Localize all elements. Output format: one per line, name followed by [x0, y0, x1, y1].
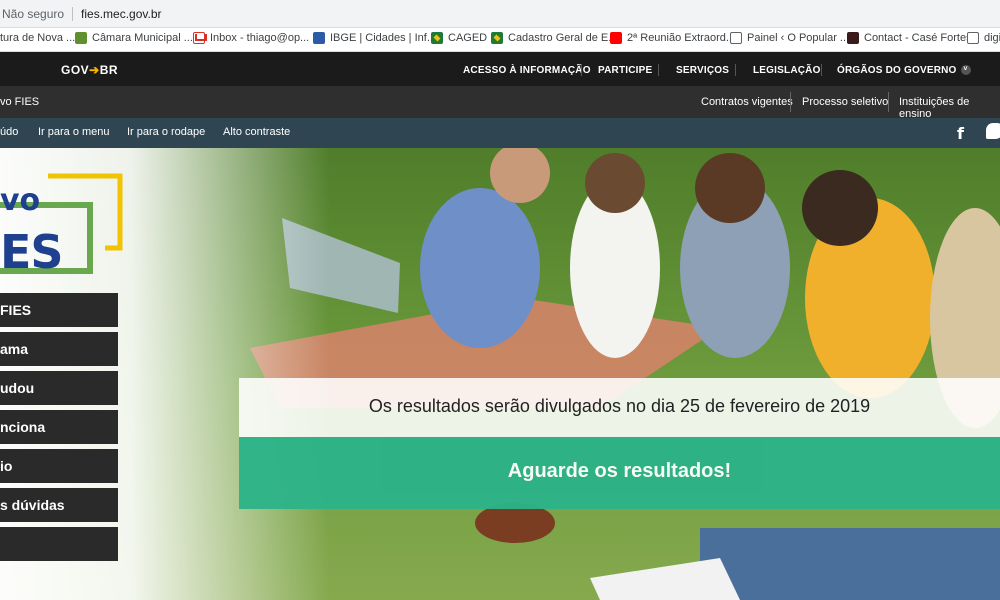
bookmark-item[interactable]: Cadastro Geral de E...: [491, 32, 617, 44]
nav-acesso-informacao[interactable]: ACESSO À INFORMAÇÃO: [463, 65, 591, 76]
menu-item-label: s dúvidas: [0, 497, 65, 513]
menu-item-label: io: [0, 458, 13, 474]
nav-orgaos-governo[interactable]: ÓRGÃOS DO GOVERNO ˅: [837, 65, 971, 76]
bookmark-label: digi: [984, 32, 1000, 44]
br-logo-text: BR: [99, 63, 119, 77]
chevron-down-icon: ˅: [960, 65, 971, 76]
menu-item-more[interactable]: [0, 527, 118, 561]
bookmark-label: Câmara Municipal ...: [92, 32, 193, 44]
nav-legislacao[interactable]: LEGISLAÇÃO: [753, 65, 821, 76]
bookmark-label: IBGE | Cidades | Inf...: [330, 32, 436, 44]
gov-br-bar: GOV➔BR ACESSO À INFORMAÇÃO PARTICIPE SER…: [0, 52, 1000, 86]
bookmark-item[interactable]: tura de Nova ...: [0, 32, 75, 44]
results-announcement: Os resultados serão divulgados no dia 25…: [239, 378, 1000, 437]
bookmark-label: Cadastro Geral de E...: [508, 32, 618, 44]
gov-logo-text: GOV: [61, 63, 90, 77]
menu-item-label: FIES: [0, 302, 32, 318]
site-link-divider: [888, 92, 889, 112]
logo-text-es: ES: [0, 225, 64, 279]
brazil-flag-icon: [431, 32, 443, 44]
url-text[interactable]: fies.mec.gov.br: [81, 7, 161, 21]
menu-item-io[interactable]: io: [0, 449, 118, 483]
menu-item-label: nciona: [0, 419, 46, 435]
bookmark-label: CAGED: [448, 32, 488, 44]
nav-divider: [821, 64, 822, 76]
facebook-icon[interactable]: f: [957, 124, 964, 143]
nav-divider: [581, 64, 582, 76]
nav-participe[interactable]: PARTICIPE: [598, 65, 652, 76]
bookmark-item[interactable]: IBGE | Cidades | Inf...: [313, 32, 436, 44]
page-favicon-icon: [730, 32, 742, 44]
nav-servicos[interactable]: SERVIÇOS: [676, 65, 729, 76]
bookmark-label: Painel ‹ O Popular ...: [747, 32, 850, 44]
menu-item-label: ama: [0, 341, 29, 357]
menu-item-duvidas[interactable]: s dúvidas: [0, 488, 118, 522]
logo-text-vo: vo: [0, 183, 41, 218]
nav-orgaos-label: ÓRGÃOS DO GOVERNO: [837, 65, 957, 76]
bookmark-label: tura de Nova ...: [0, 32, 76, 44]
menu-item-mudou[interactable]: udou: [0, 371, 118, 405]
link-instituicoes-ensino[interactable]: Instituições de ensino: [899, 96, 1000, 120]
novo-fies-logo[interactable]: vo ES: [0, 173, 130, 283]
camara-favicon-icon: [75, 32, 87, 44]
bookmark-item[interactable]: Inbox - thiago@op...: [193, 32, 309, 44]
link-processo-seletivo[interactable]: Processo seletivo: [802, 96, 888, 108]
site-title[interactable]: vo FIES: [0, 96, 39, 108]
gmail-favicon-icon: [193, 32, 205, 44]
nav-divider: [735, 64, 736, 76]
site-link-divider: [790, 92, 791, 112]
gov-br-logo[interactable]: GOV➔BR: [61, 63, 118, 77]
link-ir-menu[interactable]: Ir para o menu: [38, 126, 110, 138]
bookmark-item[interactable]: Painel ‹ O Popular ...: [730, 32, 849, 44]
ibge-favicon-icon: [313, 32, 325, 44]
menu-item-label: udou: [0, 380, 35, 396]
bookmark-item[interactable]: 2ª Reunião Extraord...: [610, 32, 735, 44]
bookmark-label: 2ª Reunião Extraord...: [627, 32, 736, 44]
youtube-favicon-icon: [610, 32, 622, 44]
link-alto-contraste[interactable]: Alto contraste: [223, 126, 290, 138]
link-ir-conteudo[interactable]: údo: [0, 126, 18, 138]
gov-arrow-icon: ➔: [89, 63, 100, 77]
bookmarks-bar: tura de Nova ... Câmara Municipal ... In…: [0, 28, 1000, 52]
twitter-icon[interactable]: [986, 123, 1000, 139]
await-results-banner[interactable]: Aguarde os resultados!: [239, 437, 1000, 509]
brazil-flag-icon: [491, 32, 503, 44]
link-ir-rodape[interactable]: Ir para o rodape: [127, 126, 205, 138]
menu-item-fies[interactable]: FIES: [0, 293, 118, 327]
address-separator: [72, 6, 74, 21]
not-secure-label[interactable]: Não seguro: [2, 7, 64, 21]
case-fortes-favicon-icon: [847, 32, 859, 44]
bookmark-item[interactable]: digi: [967, 32, 1000, 44]
menu-item-funciona[interactable]: nciona: [0, 410, 118, 444]
browser-address-bar[interactable]: Não seguro fies.mec.gov.br: [0, 0, 1000, 28]
bookmark-item[interactable]: Câmara Municipal ...: [75, 32, 193, 44]
menu-item-programa[interactable]: ama: [0, 332, 118, 366]
nav-divider: [658, 64, 659, 76]
hero-banner: vo ES FIES ama udou nciona io s dúvidas …: [0, 148, 1000, 600]
bookmark-label: Inbox - thiago@op...: [210, 32, 310, 44]
bookmark-item[interactable]: CAGED: [431, 32, 487, 44]
bookmark-label: Contact - Casé Fortes: [864, 32, 972, 44]
bookmark-item[interactable]: Contact - Casé Fortes: [847, 32, 972, 44]
site-header-bar: vo FIES Contratos vigentes Processo sele…: [0, 86, 1000, 120]
page-favicon-icon: [967, 32, 979, 44]
link-contratos-vigentes[interactable]: Contratos vigentes: [701, 96, 793, 108]
accessibility-bar: údo Ir para o menu Ir para o rodape Alto…: [0, 118, 1000, 148]
